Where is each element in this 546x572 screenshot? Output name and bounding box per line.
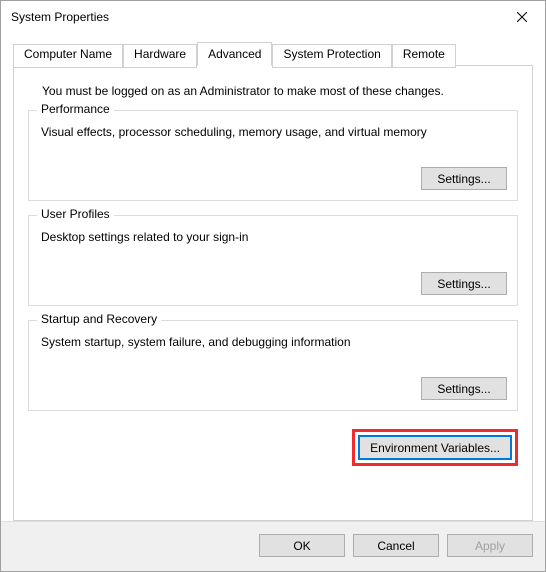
startup-recovery-group: Startup and Recovery System startup, sys…: [28, 320, 518, 411]
tab-hardware[interactable]: Hardware: [123, 44, 197, 68]
user-profiles-settings-button[interactable]: Settings...: [421, 272, 507, 295]
admin-intro-text: You must be logged on as an Administrato…: [42, 84, 518, 98]
dialog-button-bar: OK Cancel Apply: [1, 521, 545, 571]
performance-desc: Visual effects, processor scheduling, me…: [41, 125, 507, 139]
env-vars-highlight: Environment Variables...: [352, 429, 518, 466]
window-title: System Properties: [11, 10, 499, 24]
performance-settings-button[interactable]: Settings...: [421, 167, 507, 190]
tab-system-protection[interactable]: System Protection: [272, 44, 391, 68]
startup-recovery-desc: System startup, system failure, and debu…: [41, 335, 507, 349]
tab-remote[interactable]: Remote: [392, 44, 456, 68]
user-profiles-group: User Profiles Desktop settings related t…: [28, 215, 518, 306]
startup-recovery-settings-button[interactable]: Settings...: [421, 377, 507, 400]
system-properties-window: System Properties Computer Name Hardware…: [0, 0, 546, 572]
performance-button-row: Settings...: [39, 167, 507, 190]
startup-recovery-button-row: Settings...: [39, 377, 507, 400]
titlebar: System Properties: [1, 1, 545, 33]
tab-computer-name[interactable]: Computer Name: [13, 44, 123, 68]
tabstrip: Computer Name Hardware Advanced System P…: [13, 42, 533, 66]
close-button[interactable]: [499, 1, 545, 33]
performance-group-title: Performance: [37, 102, 114, 116]
environment-variables-button[interactable]: Environment Variables...: [359, 436, 511, 459]
user-profiles-button-row: Settings...: [39, 272, 507, 295]
apply-button[interactable]: Apply: [447, 534, 533, 557]
user-profiles-desc: Desktop settings related to your sign-in: [41, 230, 507, 244]
performance-group: Performance Visual effects, processor sc…: [28, 110, 518, 201]
tab-panel-advanced: You must be logged on as an Administrato…: [13, 65, 533, 521]
close-icon: [517, 12, 527, 22]
tab-advanced[interactable]: Advanced: [197, 42, 272, 66]
startup-recovery-group-title: Startup and Recovery: [37, 312, 161, 326]
content-area: Computer Name Hardware Advanced System P…: [1, 33, 545, 521]
cancel-button[interactable]: Cancel: [353, 534, 439, 557]
ok-button[interactable]: OK: [259, 534, 345, 557]
user-profiles-group-title: User Profiles: [37, 207, 114, 221]
env-vars-row: Environment Variables...: [28, 429, 518, 466]
